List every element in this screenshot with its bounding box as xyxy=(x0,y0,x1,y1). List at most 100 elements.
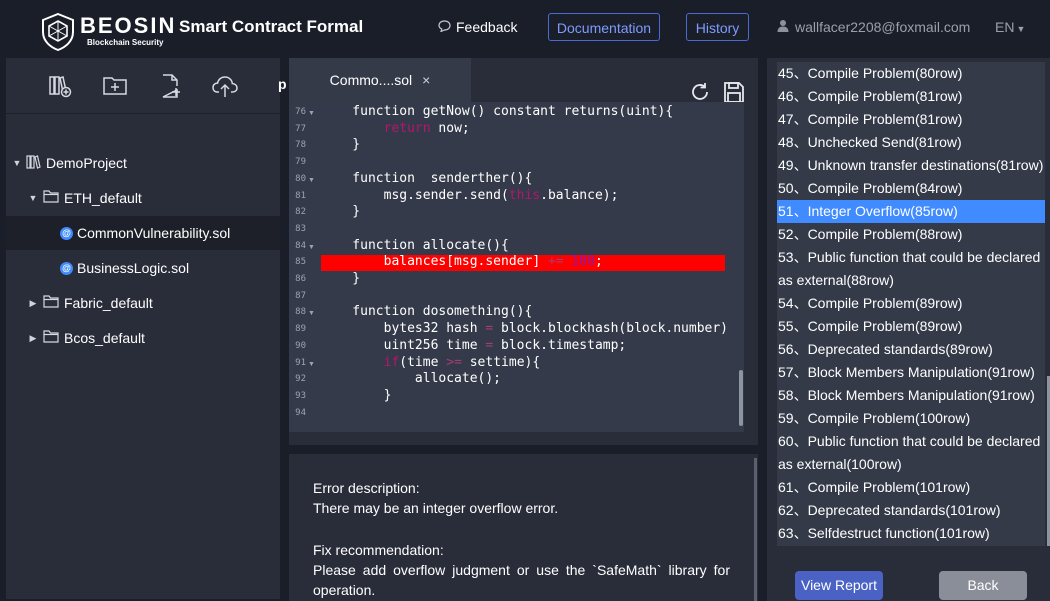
language-selector[interactable]: EN ▼ xyxy=(995,19,1025,35)
fold-toggle-icon[interactable]: ▼ xyxy=(308,244,315,251)
code-line: function allocate(){ xyxy=(321,238,509,253)
code-token: function dosomething(){ xyxy=(321,304,533,320)
code-line: } xyxy=(321,271,360,286)
tree-item-demoproject[interactable]: ▼ DemoProject xyxy=(6,146,280,180)
code-scrollbar[interactable] xyxy=(739,370,743,426)
code-area[interactable]: 76 ▼ function getNow() constant returns(u… xyxy=(289,102,744,432)
code-token: .balance); xyxy=(540,187,619,203)
feedback-label: Feedback xyxy=(456,19,518,35)
code-line: if(time >= settime){ xyxy=(321,355,541,370)
issue-item[interactable]: 46、Compile Problem(81row) xyxy=(777,85,1045,108)
library-add-icon[interactable] xyxy=(48,74,72,103)
tree-item-label: BusinessLogic.sol xyxy=(77,260,190,276)
line-number: 94 xyxy=(295,407,306,418)
fold-toggle-icon[interactable]: ▼ xyxy=(308,177,315,184)
code-line: function senderther(){ xyxy=(321,171,532,186)
code-token: block.timestamp; xyxy=(493,337,627,353)
issue-item[interactable]: 45、Compile Problem(80row) xyxy=(777,62,1045,85)
issue-list: 45、Compile Problem(80row) 46、Compile Prob… xyxy=(777,62,1045,546)
issue-item[interactable]: 59、Compile Problem(100row) xyxy=(777,407,1045,430)
library-icon xyxy=(26,154,41,172)
tree-item-fabric-default[interactable]: ▶ Fabric_default xyxy=(6,286,280,320)
tree-item-eth-default[interactable]: ▼ ETH_default xyxy=(6,181,280,215)
code-line: return now; xyxy=(321,121,470,136)
brand-name: BEOSIN xyxy=(80,13,177,38)
code-token: } xyxy=(321,137,361,153)
code-line: uint256 time = block.timestamp; xyxy=(321,337,627,353)
code-token: msg.sender.send( xyxy=(321,187,509,203)
folder-add-icon[interactable] xyxy=(103,74,127,101)
project-panel: p ▼ DemoProject ▼ ETH_default @ CommonVu… xyxy=(6,58,287,599)
issue-item[interactable]: 55、Compile Problem(89row) xyxy=(777,315,1045,338)
issue-item[interactable]: 50、Compile Problem(84row) xyxy=(777,177,1045,200)
code-line: } xyxy=(321,204,360,219)
view-report-button[interactable]: View Report xyxy=(795,571,883,600)
beosin-logo-icon xyxy=(41,12,75,56)
line-number: 92 xyxy=(295,374,306,385)
history-button[interactable]: History xyxy=(686,13,749,41)
code-line: msg.sender.send(this.balance); xyxy=(321,187,619,203)
line-number: 80 xyxy=(295,173,306,184)
issue-item[interactable]: 56、Deprecated standards(89row) xyxy=(777,338,1045,361)
issue-item[interactable]: 54、Compile Problem(89row) xyxy=(777,292,1045,315)
code-token: ; xyxy=(594,254,603,270)
editor-tab-label: Commo....sol xyxy=(329,72,413,88)
issue-item[interactable]: 48、Unchecked Send(81row) xyxy=(777,131,1045,154)
line-number: 89 xyxy=(295,324,306,335)
line-number: 91 xyxy=(295,357,306,368)
fix-recommendation-heading: Fix recommendation: xyxy=(313,542,444,558)
issue-item[interactable]: 58、Block Members Manipulation(91row) xyxy=(777,384,1045,407)
header-bar: BEOSIN Blockchain Security Smart Contrac… xyxy=(0,0,1050,56)
issue-item[interactable]: 61、Compile Problem(101row) xyxy=(777,476,1045,499)
code-token: block.blockhash(block.number) xyxy=(493,321,729,337)
issue-panel: 45、Compile Problem(80row) 46、Compile Prob… xyxy=(767,58,1050,601)
app-title: Smart Contract Formal xyxy=(179,17,364,36)
line-number: 77 xyxy=(295,123,306,134)
tree-item-commonvulnerability[interactable]: @ CommonVulnerability.sol xyxy=(6,216,280,250)
editor-tab[interactable]: Commo....sol × xyxy=(289,58,471,102)
code-token: function getNow() constant returns(uint)… xyxy=(321,104,674,119)
line-number: 78 xyxy=(295,140,306,151)
code-line: } xyxy=(321,137,360,152)
issue-item[interactable]: 63、Selfdestruct function(101row) xyxy=(777,522,1045,545)
code-token: return xyxy=(383,120,431,136)
documentation-button[interactable]: Documentation xyxy=(548,13,660,41)
chevron-down-icon: ▼ xyxy=(1016,24,1026,34)
issue-item[interactable]: 62、Deprecated standards(101row) xyxy=(777,499,1045,522)
issue-item[interactable]: 51、Integer Overflow(85row) xyxy=(777,200,1045,223)
issue-item[interactable]: 57、Block Members Manipulation(91row) xyxy=(777,361,1045,384)
chevron-down-icon: ▼ xyxy=(28,193,38,203)
code-token: += xyxy=(547,254,564,270)
line-number: 81 xyxy=(295,190,306,201)
feedback-link[interactable]: Feedback xyxy=(438,19,517,35)
fold-toggle-icon[interactable]: ▼ xyxy=(308,110,315,117)
code-editor-panel: Commo....sol × 76 ▼ function getNow() con… xyxy=(289,58,758,445)
code-line: bytes32 hash = block.blockhash(block.num… xyxy=(321,321,728,336)
issue-item[interactable]: 60、Public function that could be declare… xyxy=(777,430,1045,476)
fold-toggle-icon[interactable]: ▼ xyxy=(308,310,315,317)
back-button[interactable]: Back xyxy=(939,571,1027,600)
line-number: 85 xyxy=(295,257,306,268)
tree-item-businesslogic[interactable]: @ BusinessLogic.sol xyxy=(6,251,280,285)
code-token: 100 xyxy=(571,254,595,270)
solidity-file-icon: @ xyxy=(60,226,73,240)
issue-item[interactable]: 52、Compile Problem(88row) xyxy=(777,223,1045,246)
issue-item[interactable]: 49、Unknown transfer destinations(81row) xyxy=(777,154,1045,177)
user-account[interactable]: wallfacer2208@foxmail.com xyxy=(777,19,970,35)
cloud-upload-icon[interactable] xyxy=(212,74,238,103)
editor-footer xyxy=(289,432,758,445)
line-number: 93 xyxy=(295,390,306,401)
fold-toggle-icon[interactable]: ▼ xyxy=(308,361,315,368)
issue-item[interactable]: 53、Public function that could be declare… xyxy=(777,246,1045,292)
chevron-right-icon: ▶ xyxy=(29,297,37,308)
user-email: wallfacer2208@foxmail.com xyxy=(795,19,971,35)
language-label: EN xyxy=(995,19,1015,35)
code-token: function senderther(){ xyxy=(321,170,533,186)
close-icon[interactable]: × xyxy=(422,72,430,88)
error-scrollbar[interactable] xyxy=(754,458,757,601)
issue-item[interactable]: 47、Compile Problem(81row) xyxy=(777,108,1045,131)
file-add-icon[interactable] xyxy=(159,74,181,103)
tree-item-bcos-default[interactable]: ▶ Bcos_default xyxy=(6,321,280,355)
